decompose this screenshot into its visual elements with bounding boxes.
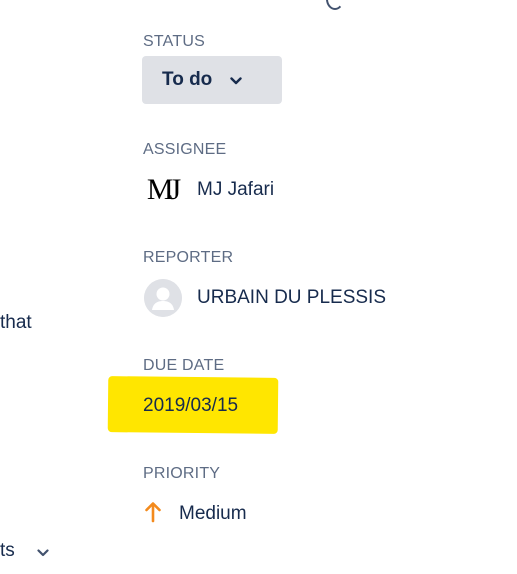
status-label: STATUS xyxy=(143,33,205,50)
priority-value[interactable]: Medium xyxy=(179,503,247,525)
priority-label: PRIORITY xyxy=(143,465,221,482)
section-label-fragment: ts xyxy=(0,540,15,561)
description-text-fragment: that xyxy=(0,312,32,333)
assignee-name[interactable]: MJ Jafari xyxy=(197,179,274,201)
collapsible-section-toggle[interactable]: ts xyxy=(0,540,49,562)
chevron-down-icon xyxy=(37,544,49,562)
status-dropdown-button[interactable]: To do xyxy=(142,56,282,104)
assignee-label: ASSIGNEE xyxy=(143,141,227,158)
due-date-value[interactable]: 2019/03/15 xyxy=(143,395,238,417)
reporter-avatar[interactable] xyxy=(144,279,182,317)
partial-icon xyxy=(326,0,344,10)
chevron-down-icon xyxy=(230,72,242,90)
reporter-label: REPORTER xyxy=(143,249,234,266)
status-value: To do xyxy=(162,69,213,90)
arrow-up-icon xyxy=(143,501,163,528)
due-date-label: DUE DATE xyxy=(143,357,225,374)
user-icon xyxy=(144,279,182,317)
reporter-name[interactable]: URBAIN DU PLESSIS xyxy=(197,287,386,309)
assignee-avatar[interactable]: MJ xyxy=(143,171,181,209)
